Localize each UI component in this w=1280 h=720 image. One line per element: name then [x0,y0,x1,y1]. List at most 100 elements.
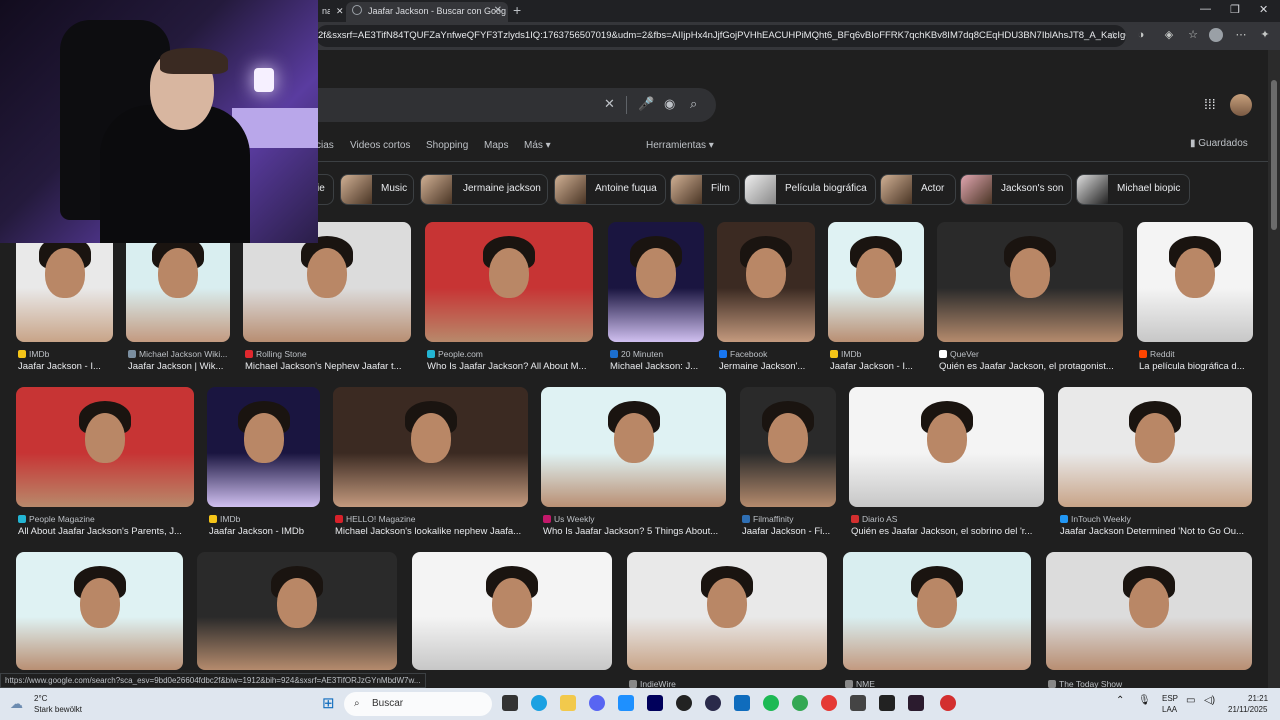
result-source[interactable]: Michael Jackson Wiki... [128,349,230,359]
search-icon[interactable]: ⌕ [690,96,697,112]
extension-icon[interactable]: ◑ [1134,28,1148,42]
result-title[interactable]: Jaafar Jackson - I... [18,361,113,372]
result-title[interactable]: Michael Jackson: J... [610,361,704,372]
close-icon[interactable]: ✕ [336,6,344,16]
result-title[interactable]: Quién es Jaafar Jackson, el protagonist.… [939,361,1123,372]
network-icon[interactable]: ▭ [1186,695,1195,706]
result-thumbnail[interactable] [207,387,320,507]
result-source[interactable]: Facebook [719,349,815,359]
result-thumbnail[interactable] [425,222,593,342]
tab-google-search[interactable]: Jaafar Jackson - Buscar con Goog ✕ [346,2,508,22]
result-thumbnail[interactable] [843,552,1031,670]
chip-pelicula-biografica[interactable]: Película biográfica [744,174,876,205]
chip-film[interactable]: Film [670,174,740,205]
discord-icon[interactable] [589,695,605,711]
shield-icon[interactable]: ◈ [1162,28,1176,42]
page-scrollbar[interactable] [1268,50,1280,688]
result-source[interactable]: IMDb [18,349,113,359]
github-icon[interactable] [676,695,692,711]
windows-start-icon[interactable]: ⊞ [322,694,335,712]
keyboard-layout[interactable]: LAA [1162,705,1177,714]
result-thumbnail[interactable] [541,387,726,507]
result-title[interactable]: Who Is Jaafar Jackson? All About M... [427,361,593,372]
result-thumbnail[interactable] [1137,222,1253,342]
result-title[interactable]: Michael Jackson's lookalike nephew Jaafa… [335,526,528,537]
favorites-icon[interactable]: ☆ [1186,28,1200,42]
result-title[interactable]: Jaafar Jackson | Wik... [128,361,230,372]
nav-tab-maps[interactable]: Maps [484,140,508,151]
lens-icon[interactable]: ◉ [664,96,675,112]
result-source[interactable]: NME [845,679,1031,688]
result-thumbnail[interactable] [1058,387,1252,507]
result-title[interactable]: All About Jaafar Jackson's Parents, J... [18,526,194,537]
weather-desc[interactable]: Stark bewölkt [34,705,82,714]
new-tab-button[interactable]: + [513,2,521,18]
restore-button[interactable]: ❐ [1230,3,1240,16]
result-thumbnail[interactable] [412,552,612,670]
microphone-icon[interactable]: 🎤 [638,96,654,112]
nav-tab-videos-cortos[interactable]: Videos cortos [350,140,410,151]
chip-actor[interactable]: Actor [880,174,956,205]
result-source[interactable]: Reddit [1139,349,1253,359]
result-source[interactable]: IMDb [830,349,924,359]
result-thumbnail[interactable] [717,222,815,342]
account-avatar[interactable] [1230,94,1252,116]
chip-music[interactable]: Music [340,174,414,205]
store-icon[interactable] [618,695,634,711]
nav-tab-shopping[interactable]: Shopping [426,140,468,151]
app-icon-2[interactable] [850,695,866,711]
result-thumbnail[interactable] [1046,552,1252,670]
microphone-icon[interactable]: 🎙 [1138,695,1151,706]
result-source[interactable]: 20 Minuten [610,349,704,359]
result-thumbnail[interactable] [608,222,704,342]
task-view-icon[interactable] [502,695,518,711]
result-source[interactable]: Us Weekly [543,514,726,524]
premiere-icon[interactable] [647,695,663,711]
result-source[interactable]: HELLO! Magazine [335,514,528,524]
result-source[interactable]: Rolling Stone [245,349,411,359]
app-icon[interactable] [705,695,721,711]
result-thumbnail[interactable] [828,222,924,342]
tools-dropdown[interactable]: Herramientas ▾ [646,140,714,151]
close-tab-icon[interactable]: ✕ [494,2,502,20]
result-thumbnail[interactable] [197,552,397,670]
url-field[interactable]: 2f&sxsrf=AE3TifN84TQUFZaYnfweQFYF3Tzlyds… [316,25,1126,47]
weather-temp[interactable]: 2°C [34,694,47,703]
result-source[interactable]: QueVer [939,349,1123,359]
result-source[interactable]: IndieWire [629,679,827,688]
result-source[interactable]: IMDb [209,514,320,524]
result-source[interactable]: Diario AS [851,514,1044,524]
vegas-icon[interactable] [908,695,924,711]
minimize-button[interactable]: — [1200,3,1211,15]
chip-antoine-fuqua[interactable]: Antoine fuqua [554,174,666,205]
result-title[interactable]: Quién es Jaafar Jackson, el sobrino del … [851,526,1044,537]
result-title[interactable]: Michael Jackson's Nephew Jaafar t... [245,361,411,372]
scrollbar-thumb[interactable] [1271,80,1277,230]
spotify-icon[interactable] [763,695,779,711]
chip-jacksons-son[interactable]: Jackson's son [960,174,1072,205]
minecraft-icon[interactable] [879,695,895,711]
chip-jermaine-jackson[interactable]: Jermaine jackson [420,174,548,205]
copilot-icon[interactable]: ✦ [1258,28,1272,42]
tab-previous[interactable]: nac [316,2,330,22]
edge-icon[interactable] [531,695,547,711]
result-title[interactable]: Jaafar Jackson - Fi... [742,526,836,537]
result-title[interactable]: Jermaine Jackson'... [719,361,815,372]
apps-grid-icon[interactable]: ⁞⁞⁞ [1204,96,1216,112]
taskbar-search[interactable]: ⌕ Buscar [344,692,492,716]
chrome-icon[interactable] [792,695,808,711]
result-title[interactable]: Jaafar Jackson - IMDb [209,526,320,537]
opera-icon[interactable] [821,695,837,711]
result-source[interactable]: Filmaffinity [742,514,836,524]
tray-chevron-icon[interactable]: ⌃ [1116,695,1124,706]
cloud-icon[interactable]: ☁ [10,696,23,712]
chip-michael-biopic[interactable]: Michael biopic [1076,174,1190,205]
result-title[interactable]: Jaafar Jackson Determined 'Not to Go Ou.… [1060,526,1252,537]
close-window-button[interactable]: ✕ [1259,3,1268,16]
result-thumbnail[interactable] [849,387,1044,507]
record-icon[interactable] [940,695,956,711]
input-language[interactable]: ESP [1162,694,1178,703]
result-thumbnail[interactable] [333,387,528,507]
nav-tab-noticias[interactable]: cias [316,140,334,151]
result-thumbnail[interactable] [16,387,194,507]
